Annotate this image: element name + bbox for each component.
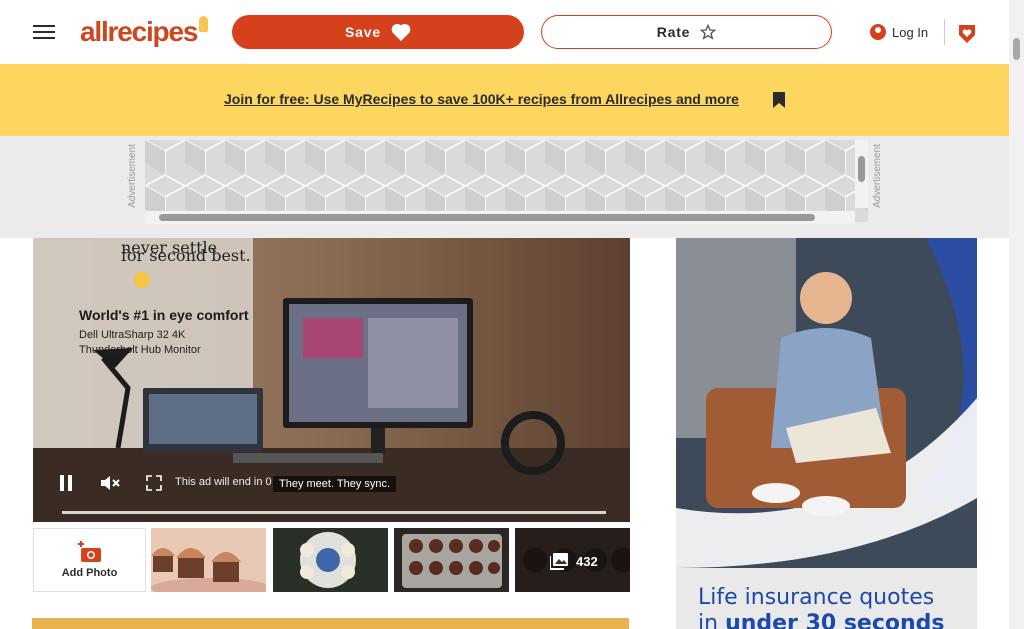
allrecipes-logo[interactable]: allrecipes: [80, 16, 210, 50]
page-scroll-thumb[interactable]: [1013, 38, 1020, 60]
recipe-photo-thumb[interactable]: [151, 528, 266, 592]
recipe-photo-thumb[interactable]: [273, 528, 388, 592]
ad-headline-2-bold: under 30 seconds: [725, 611, 945, 629]
page-scrollbar[interactable]: [1009, 0, 1024, 629]
add-photo-button[interactable]: Add Photo: [33, 528, 146, 592]
life-insurance-ad-image: [676, 238, 977, 629]
ad-hscroll-thumb[interactable]: [159, 214, 815, 221]
pause-icon: [60, 475, 72, 491]
site-header: allrecipes Save Rate Log In: [0, 0, 1009, 64]
ad-horizontal-scrollbar[interactable]: [145, 211, 855, 224]
ad-label-right: Advertisement: [872, 144, 883, 208]
header-divider: [944, 19, 945, 45]
ad-vscroll-thumb[interactable]: [858, 156, 865, 182]
muffin-tray-photo: [394, 528, 509, 592]
save-label: Save: [345, 24, 381, 40]
ad-headline-2: in under 30 seconds: [698, 610, 945, 629]
ad-headline-1: Life insurance quotes: [698, 585, 935, 610]
star-outline-icon: [700, 24, 717, 40]
recipe-photo-thumb[interactable]: [394, 528, 509, 592]
logo-text: allrecipes: [80, 16, 198, 47]
heart-outline-icon: [391, 24, 411, 41]
gallery-photo: [515, 528, 630, 592]
content-card-edge: [32, 618, 629, 629]
fullscreen-icon: [146, 475, 162, 491]
hamburger-menu-icon[interactable]: [33, 22, 55, 42]
ad-countdown-text: This ad will end in 0: [175, 476, 272, 488]
sidebar-ad[interactable]: [676, 238, 977, 629]
gallery-icon: [550, 553, 568, 570]
user-circle-icon: [870, 24, 886, 40]
video-product-2: Thunderbolt Hub Monitor: [79, 344, 201, 356]
ad-headline-2-prefix: in: [698, 611, 726, 629]
mute-button[interactable]: [95, 468, 125, 498]
rate-button[interactable]: Rate: [541, 15, 832, 49]
platter-photo: [273, 528, 388, 592]
add-photo-label: Add Photo: [61, 567, 118, 579]
ad-vertical-scrollbar[interactable]: [855, 140, 868, 208]
add-photo-camera-icon: [77, 541, 101, 562]
save-button[interactable]: Save: [232, 15, 524, 49]
cupcakes-photo: [151, 528, 266, 592]
top-banner-ad[interactable]: [145, 140, 868, 222]
video-progress-bar[interactable]: [62, 511, 606, 514]
logo-spoon: [199, 16, 209, 32]
hex-pattern: [145, 140, 868, 222]
video-headline: World's #1 in eye comfort: [79, 307, 249, 323]
join-myrecipes-link[interactable]: Join for free: Use MyRecipes to save 100…: [224, 91, 739, 107]
ad-label-left: Advertisement: [127, 144, 138, 208]
video-caption: They meet. They sync.: [273, 476, 397, 492]
muted-speaker-icon: [101, 476, 120, 490]
rate-label: Rate: [656, 24, 691, 40]
video-product-1: Dell UltraSharp 32 4K: [79, 329, 186, 341]
photo-gallery-thumb[interactable]: [515, 528, 630, 592]
photo-count: 432: [576, 554, 598, 569]
pause-button[interactable]: [51, 468, 81, 498]
bookmark-icon[interactable]: [772, 91, 786, 109]
login-label: Log In: [892, 24, 929, 40]
login-link[interactable]: Log In: [870, 21, 928, 43]
video-text-2: for second best.: [121, 246, 251, 265]
fullscreen-button[interactable]: [139, 468, 169, 498]
heart-shield-icon[interactable]: [955, 22, 979, 46]
heart-eyes-emoji-icon: [134, 272, 150, 288]
